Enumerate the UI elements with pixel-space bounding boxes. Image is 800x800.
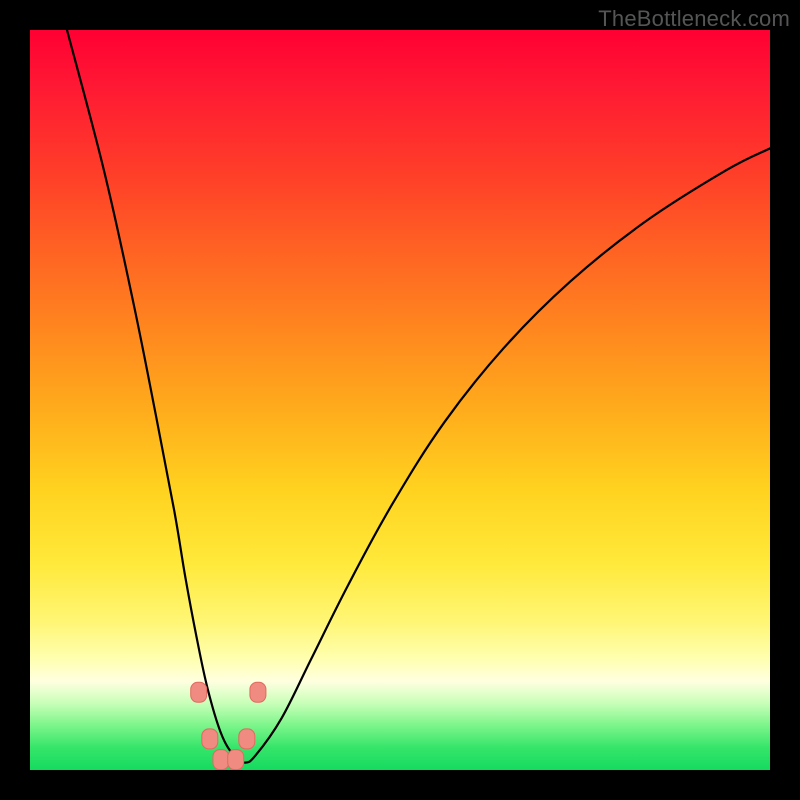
curve-marker [250,682,266,702]
curve-marker [191,682,207,702]
outer-frame: TheBottleneck.com [0,0,800,800]
bottleneck-curve [67,30,770,763]
curve-marker [202,729,218,749]
plot-area [30,30,770,770]
curve-marker [213,750,229,770]
curve-marker [239,729,255,749]
curve-marker [228,750,244,770]
chart-svg [30,30,770,770]
watermark-label: TheBottleneck.com [598,6,790,32]
